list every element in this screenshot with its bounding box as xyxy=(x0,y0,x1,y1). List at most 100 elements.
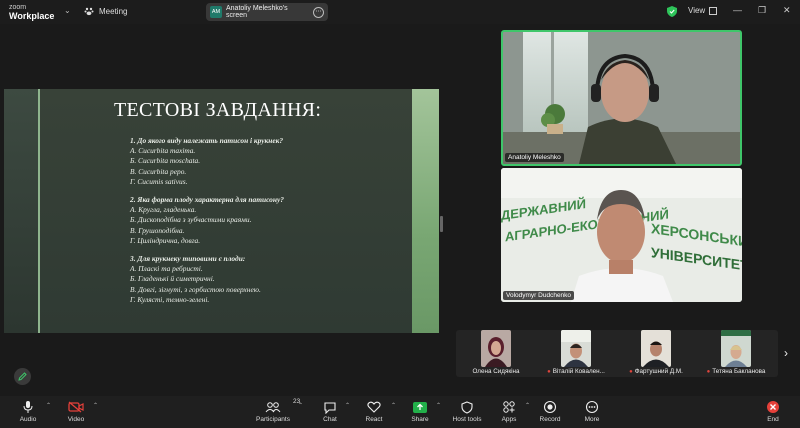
participant-name: Volodymyr Dudchenko xyxy=(503,291,575,300)
answer-option: Г. Cucumis sativus. xyxy=(130,176,188,186)
gallery-tile[interactable]: ● Тетяна Бакланова xyxy=(696,330,776,377)
video-tile[interactable]: ДЕРЖАВНИЙ АГРАРНО-ЕКОНОМІЧНИЙ ХЕРСОНСЬКИ… xyxy=(501,168,742,302)
answer-option: Б. Cucurbita moschata. xyxy=(130,156,201,166)
participant-name: Олена Сидякіна xyxy=(472,368,520,375)
slide-left-band xyxy=(4,89,38,333)
share-options-caret[interactable]: ⌃ xyxy=(436,402,441,409)
participant-name-text: Тетяна Бакланова xyxy=(712,368,766,375)
pencil-icon xyxy=(18,372,27,381)
more-icon xyxy=(585,400,599,414)
end-button[interactable]: End xyxy=(751,399,795,423)
participant-video xyxy=(561,330,591,367)
participants-options-caret[interactable]: ⌃ xyxy=(298,402,303,409)
participant-video xyxy=(481,330,511,367)
answer-option: В. Грушоподібна. xyxy=(130,225,185,235)
audio-options-caret[interactable]: ⌃ xyxy=(46,402,51,409)
participant-name: ● Тетяна Бакланова xyxy=(696,368,776,375)
shield-icon[interactable] xyxy=(667,6,677,17)
video-feed: ДЕРЖАВНИЙ АГРАРНО-ЕКОНОМІЧНИЙ ХЕРСОНСЬКИ… xyxy=(501,168,742,302)
minimize-icon[interactable]: — xyxy=(733,5,742,15)
audio-button[interactable]: Audio xyxy=(6,399,50,423)
participants-button[interactable]: 23 Participants xyxy=(251,398,300,423)
react-label: React xyxy=(365,416,383,423)
audio-label: Audio xyxy=(19,416,37,423)
answer-option: В. Cucurbita pepo. xyxy=(130,166,187,176)
participants-label: Participants xyxy=(256,416,290,423)
mic-muted-icon: ● xyxy=(629,369,633,375)
record-label: Record xyxy=(539,416,561,423)
answer-option: А. Cucurbita maxima. xyxy=(130,146,196,156)
logo-line2: Workplace xyxy=(9,11,55,21)
participant-name-text: Фартушний Д.М. xyxy=(634,368,683,375)
video-button[interactable]: Video xyxy=(54,399,98,423)
chat-icon xyxy=(324,401,336,414)
apps-label: Apps xyxy=(501,416,517,423)
restore-icon[interactable]: ❐ xyxy=(758,5,766,16)
gallery-tile[interactable]: Олена Сидякіна xyxy=(456,330,536,377)
chat-label: Chat xyxy=(323,416,337,423)
question-block-2: 2. Яка форма плоду характерна для патисо… xyxy=(130,195,284,246)
microphone-icon xyxy=(23,401,33,413)
video-feed xyxy=(503,32,740,164)
slide-accent-line xyxy=(38,89,40,333)
record-button[interactable]: Record xyxy=(528,399,572,423)
question-block-1: 1. До якого виду належать патисон і крук… xyxy=(130,136,283,187)
answer-option: Г. Циліндрична, довга. xyxy=(130,235,201,245)
close-icon[interactable]: ✕ xyxy=(783,5,791,16)
more-button[interactable]: More xyxy=(570,399,614,423)
participant-name: ● Віталій Ковален... xyxy=(536,368,616,375)
question-text: 2. Яка форма плоду характерна для патисо… xyxy=(130,195,284,204)
answer-option: А. Кругла, гладенька. xyxy=(130,205,197,215)
host-tools-button[interactable]: Host tools xyxy=(445,399,489,423)
layout-icon xyxy=(709,6,718,15)
meeting-label: Meeting xyxy=(99,6,128,16)
question-text: 1. До якого виду належать патисон і крук… xyxy=(130,136,284,145)
video-tile-active-speaker[interactable]: Anatoliy Meleshko xyxy=(501,30,742,166)
title-bar: zoom Workplace ⌄ Meeting AM Anatoliy Mel… xyxy=(0,0,800,24)
mic-muted-icon: ● xyxy=(706,369,711,375)
answer-option: А. Пласкі та ребристі. xyxy=(130,264,203,274)
view-label: View xyxy=(688,6,706,15)
more-icon[interactable]: ⋯ xyxy=(313,6,324,18)
video-off-icon xyxy=(68,401,84,413)
gallery-tile[interactable]: ● Фартушний Д.М. xyxy=(616,330,696,377)
more-label: More xyxy=(584,416,600,423)
panel-resize-handle[interactable] xyxy=(440,216,443,232)
react-button[interactable]: React xyxy=(352,399,396,423)
chevron-down-icon[interactable]: ⌄ xyxy=(64,6,71,15)
question-text: 3. Для крукнеку типовими є плоди: xyxy=(130,254,246,263)
apps-icon xyxy=(503,401,515,413)
participant-video xyxy=(641,330,671,367)
answer-option: Г. Кулясті, темно-зелені. xyxy=(130,294,210,304)
end-call-icon xyxy=(767,401,779,413)
shared-screen: ТЕСТОВІ ЗАВДАННЯ: 1. До якого виду належ… xyxy=(4,89,439,333)
video-options-caret[interactable]: ⌃ xyxy=(93,402,98,409)
question-block-3: 3. Для крукнеку типовими є плоди: А. Пла… xyxy=(130,254,261,305)
participants-icon xyxy=(265,402,281,413)
gallery-tile[interactable]: ● Віталій Ковален... xyxy=(536,330,616,377)
mic-muted-icon: ● xyxy=(547,369,551,375)
end-label: End xyxy=(767,416,779,423)
chevron-right-icon[interactable]: › xyxy=(784,346,788,360)
annotate-button[interactable] xyxy=(14,368,31,385)
paw-icon xyxy=(84,7,94,16)
meeting-toolbar: Audio ⌃ Video ⌃ 23 Participants ⌃ Chat ⌃… xyxy=(0,396,800,428)
chat-options-caret[interactable]: ⌃ xyxy=(345,402,350,409)
zoom-logo[interactable]: zoom Workplace xyxy=(9,3,54,21)
share-screen-icon xyxy=(413,401,427,413)
slide-title: ТЕСТОВІ ЗАВДАННЯ: xyxy=(114,99,322,121)
screen-share-indicator[interactable]: AM Anatoliy Meleshko's screen ⋯ xyxy=(206,3,328,21)
slide-right-band xyxy=(412,89,439,333)
heart-icon xyxy=(367,401,381,413)
participant-name: ● Фартушний Д.М. xyxy=(616,368,696,375)
view-button[interactable]: View xyxy=(688,6,718,15)
participant-name: Anatoliy Meleshko xyxy=(505,153,564,162)
shield-icon xyxy=(461,400,473,414)
participant-name-text: Віталій Ковален... xyxy=(552,368,605,375)
record-icon xyxy=(543,400,557,414)
meeting-button[interactable]: Meeting xyxy=(84,6,127,16)
sharer-avatar: AM xyxy=(210,6,222,18)
react-options-caret[interactable]: ⌃ xyxy=(391,402,396,409)
participant-gallery-strip: Олена Сидякіна ● Віталій Ковален... ● Фарт… xyxy=(456,330,778,377)
host-tools-label: Host tools xyxy=(452,416,482,423)
